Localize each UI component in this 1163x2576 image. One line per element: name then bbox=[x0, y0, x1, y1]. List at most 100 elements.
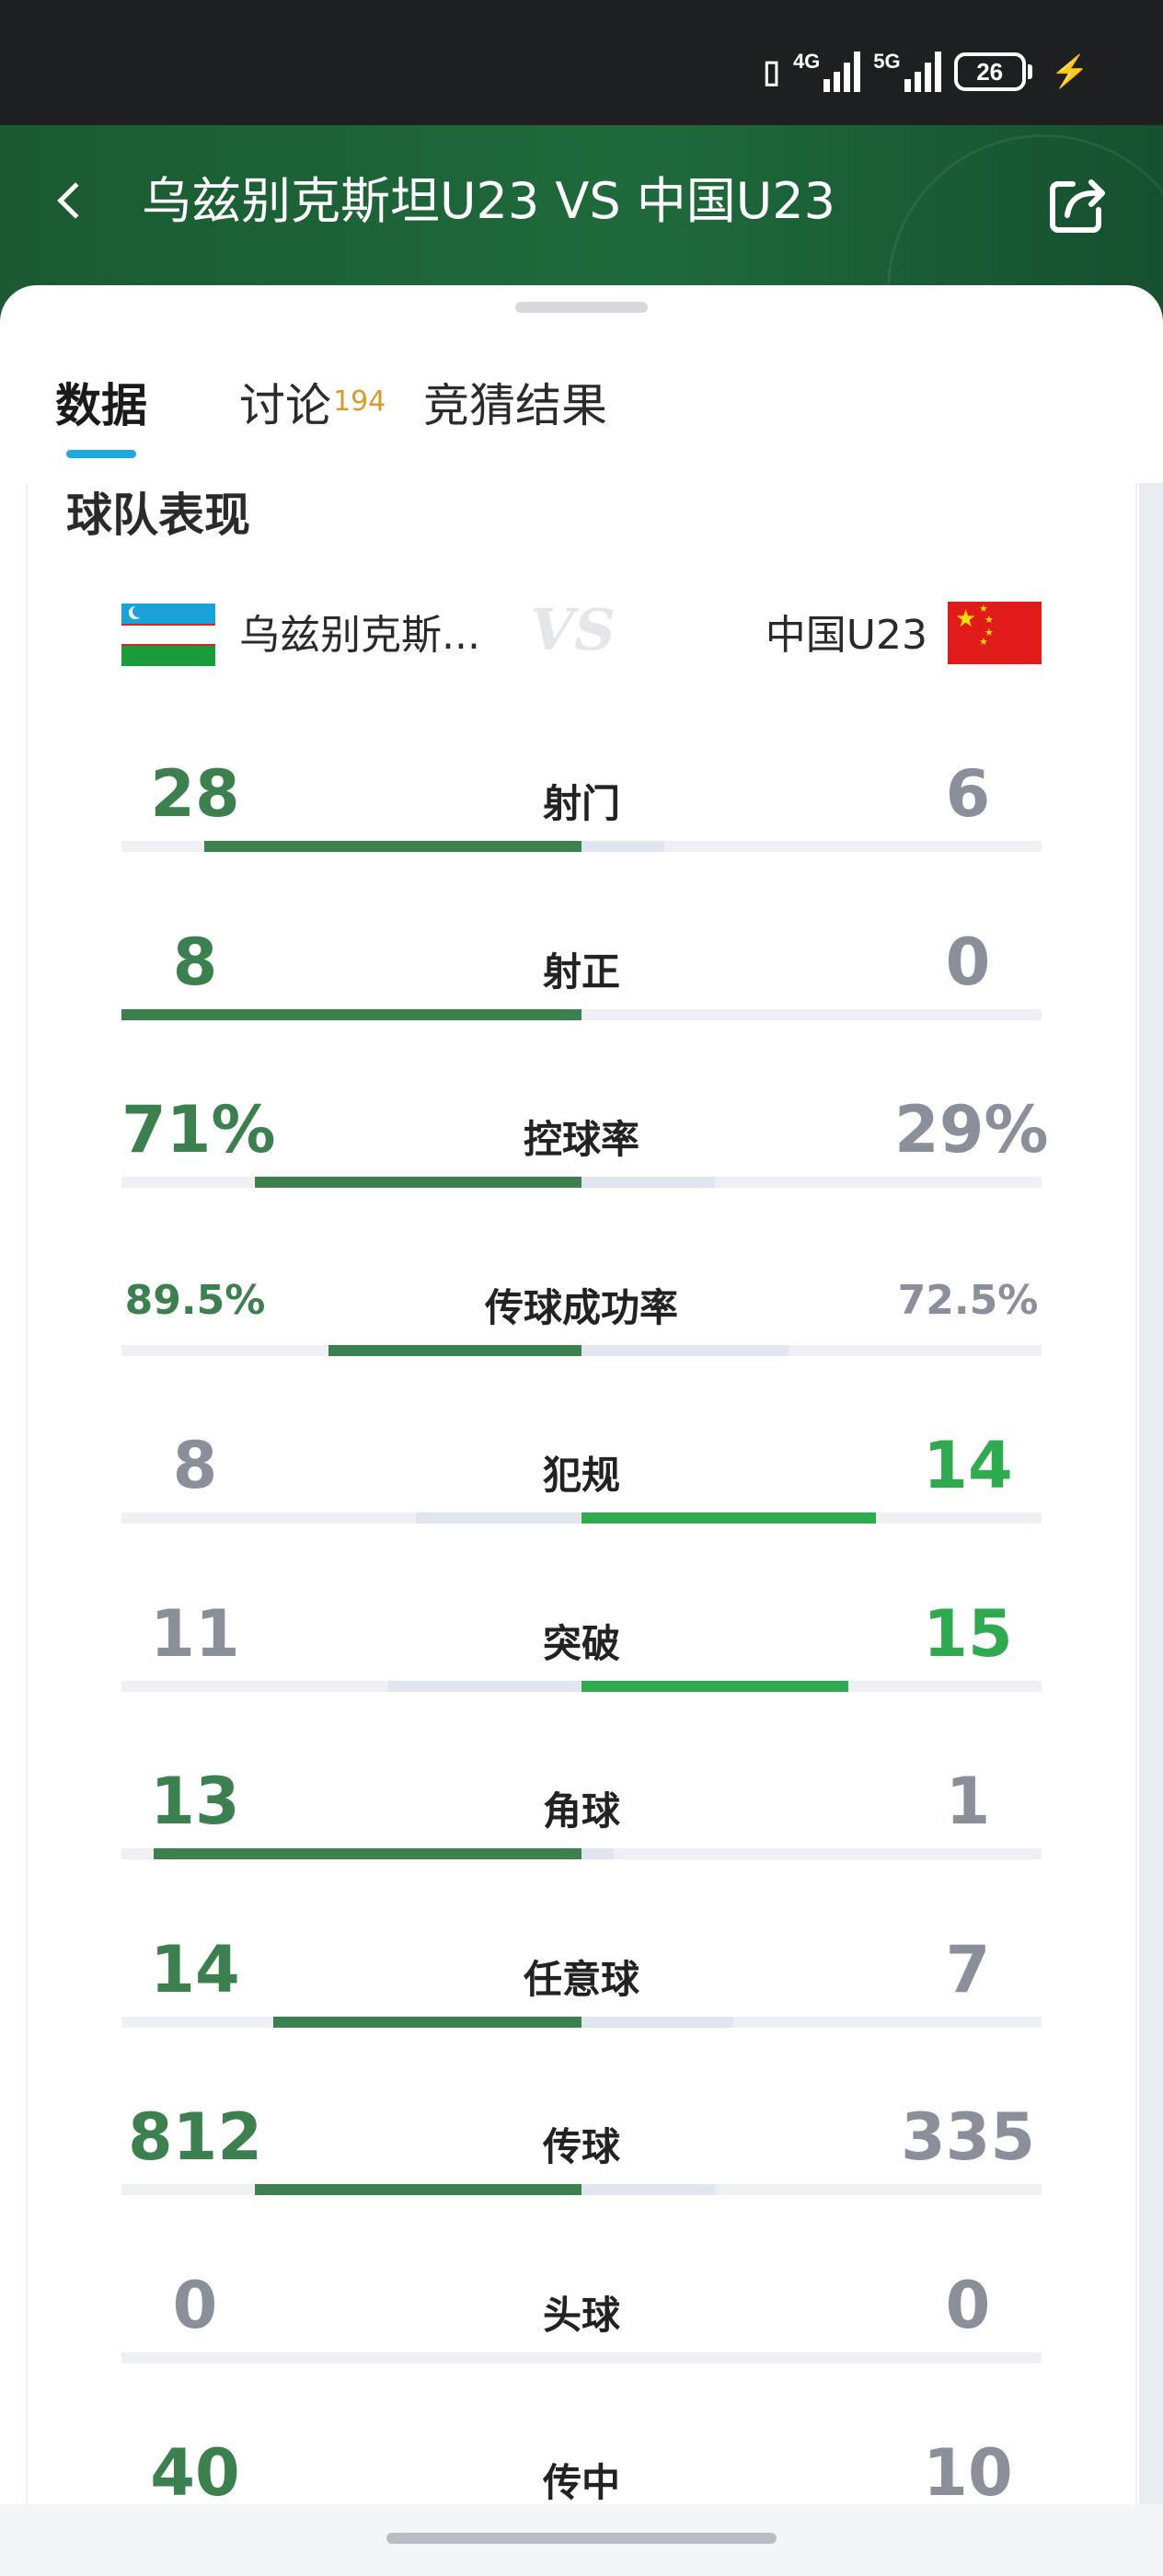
home-share-bar bbox=[388, 1680, 582, 1692]
tab-label: 讨论 bbox=[239, 379, 331, 432]
stat-label: 任意球 bbox=[523, 1956, 639, 2002]
away-stat-value: 0 bbox=[945, 924, 991, 1000]
stat-row: 28 射门 6 bbox=[121, 756, 1042, 867]
home-stat-value: 11 bbox=[150, 1595, 240, 1672]
away-stat-value: 1 bbox=[945, 1764, 991, 1839]
home-stat-value: 28 bbox=[150, 756, 240, 832]
away-share-bar bbox=[582, 1344, 789, 1356]
back-button[interactable] bbox=[46, 164, 96, 237]
network-4g-label: 4G bbox=[792, 50, 821, 73]
stat-row: 14 任意球 7 bbox=[121, 1932, 1042, 2042]
away-stat-value: 6 bbox=[945, 756, 991, 832]
share-icon[interactable] bbox=[1045, 173, 1110, 237]
tab-data[interactable]: 数据 bbox=[55, 374, 147, 458]
stat-label: 射正 bbox=[542, 949, 620, 995]
home-share-bar bbox=[416, 1512, 582, 1524]
uzbekistan-flag-icon bbox=[121, 604, 215, 666]
away-stat-value: 15 bbox=[923, 1595, 1013, 1672]
chevron-left-icon bbox=[57, 182, 94, 219]
away-share-bar bbox=[582, 2016, 733, 2028]
stat-label: 头球 bbox=[542, 2292, 620, 2338]
home-share-bar bbox=[154, 1848, 582, 1859]
away-stat-value: 14 bbox=[923, 1428, 1013, 1503]
home-share-bar bbox=[255, 1177, 582, 1188]
charging-icon: ⚡ bbox=[1050, 54, 1089, 89]
away-share-bar bbox=[582, 1848, 614, 1859]
stat-row: 11 突破 15 bbox=[121, 1596, 1042, 1707]
away-share-bar bbox=[582, 1512, 876, 1524]
stat-label: 传中 bbox=[542, 2460, 620, 2505]
stat-row: 812 传球 335 bbox=[121, 2099, 1042, 2210]
status-icons: ▯ 4G 5G 26 ⚡ bbox=[763, 44, 1089, 99]
away-stat-value: 0 bbox=[945, 2267, 991, 2343]
tab-discussion[interactable]: 讨论 194 bbox=[239, 374, 386, 438]
network-5g-indicator: 5G bbox=[873, 52, 941, 92]
tab-bar: 数据 讨论 194 竞猜结果 bbox=[55, 374, 607, 458]
away-team-name: 中国U23 bbox=[765, 612, 927, 659]
home-share-bar bbox=[204, 841, 582, 852]
vs-mark: VS bbox=[530, 596, 616, 663]
home-stat-value: 89.5% bbox=[124, 1276, 266, 1324]
home-stat-value: 13 bbox=[150, 1764, 240, 1839]
stat-row: 71% 控球率 29% bbox=[121, 1092, 1049, 1202]
stat-label: 传球成功率 bbox=[484, 1284, 678, 1330]
battery-level: 26 bbox=[976, 57, 1004, 86]
home-stat-value: 0 bbox=[172, 2267, 218, 2343]
comparison-bar bbox=[121, 1512, 1042, 1524]
home-share-bar bbox=[273, 2016, 582, 2028]
stat-label: 射门 bbox=[542, 781, 620, 826]
away-stat-value: 72.5% bbox=[897, 1276, 1039, 1324]
home-stat-value: 8 bbox=[172, 924, 218, 1000]
scroll-gutter bbox=[1139, 483, 1163, 2576]
home-share-bar bbox=[328, 1344, 582, 1356]
comparison-bar bbox=[121, 2184, 1042, 2195]
comparison-bar bbox=[121, 1177, 1042, 1188]
stat-label: 犯规 bbox=[542, 1453, 620, 1498]
stat-row: 13 角球 1 bbox=[121, 1764, 1042, 1874]
away-stat-value: 10 bbox=[923, 2435, 1013, 2511]
away-stat-value: 7 bbox=[945, 1931, 991, 2007]
home-stat-value: 812 bbox=[127, 2099, 263, 2175]
away-share-bar bbox=[582, 1177, 715, 1188]
comparison-bar bbox=[121, 1344, 1042, 1356]
comparison-bar bbox=[121, 2352, 1042, 2363]
away-share-bar bbox=[582, 2184, 715, 2195]
teams-row: 乌兹别克斯... VS 中国U23 ★ ★ ★ ★ ★ bbox=[121, 596, 1042, 666]
away-stat-value: 335 bbox=[900, 2099, 1036, 2175]
stat-label: 控球率 bbox=[523, 1117, 639, 1162]
comparison-bar bbox=[121, 1680, 1042, 1692]
home-stat-value: 71% bbox=[121, 1092, 276, 1167]
stat-row: 89.5% 传球成功率 72.5% bbox=[121, 1260, 1042, 1371]
stat-row: 8 射正 0 bbox=[121, 925, 1042, 1035]
tab-label: 数据 bbox=[55, 379, 147, 432]
home-share-bar bbox=[255, 2184, 582, 2195]
stat-label: 传球 bbox=[542, 2124, 620, 2169]
home-indicator[interactable] bbox=[386, 2533, 777, 2544]
away-share-bar bbox=[582, 1680, 848, 1692]
home-share-bar bbox=[121, 1008, 582, 1020]
away-share-bar bbox=[582, 841, 664, 852]
comparison-bar bbox=[121, 1848, 1042, 1859]
stat-label: 突破 bbox=[542, 1620, 620, 1666]
comparison-bar bbox=[121, 2016, 1042, 2028]
stat-row: 0 头球 0 bbox=[121, 2268, 1042, 2378]
discussion-count-badge: 194 bbox=[333, 385, 386, 418]
vibrate-icon: ▯ bbox=[763, 54, 780, 89]
match-title: 乌兹别克斯坦U23 VS 中国U23 bbox=[142, 172, 836, 230]
home-stat-value: 8 bbox=[172, 1428, 218, 1503]
comparison-bar bbox=[121, 1008, 1042, 1020]
stat-row: 8 犯规 14 bbox=[121, 1428, 1042, 1538]
home-stat-value: 14 bbox=[150, 1931, 240, 2007]
china-flag-icon: ★ ★ ★ ★ ★ bbox=[948, 602, 1042, 664]
section-title: 球队表现 bbox=[66, 489, 250, 542]
signal-icon bbox=[823, 52, 861, 92]
stat-label: 角球 bbox=[542, 1788, 620, 1834]
home-stat-value: 40 bbox=[150, 2435, 240, 2511]
network-4g-indicator: 4G bbox=[792, 50, 861, 92]
battery-icon: 26 bbox=[953, 52, 1032, 91]
tab-prediction-results[interactable]: 竞猜结果 bbox=[423, 374, 607, 438]
signal-icon bbox=[904, 52, 941, 92]
drag-handle[interactable] bbox=[515, 302, 648, 313]
tab-label: 竞猜结果 bbox=[423, 379, 607, 432]
status-bar: ▯ 4G 5G 26 ⚡ bbox=[0, 0, 1163, 125]
